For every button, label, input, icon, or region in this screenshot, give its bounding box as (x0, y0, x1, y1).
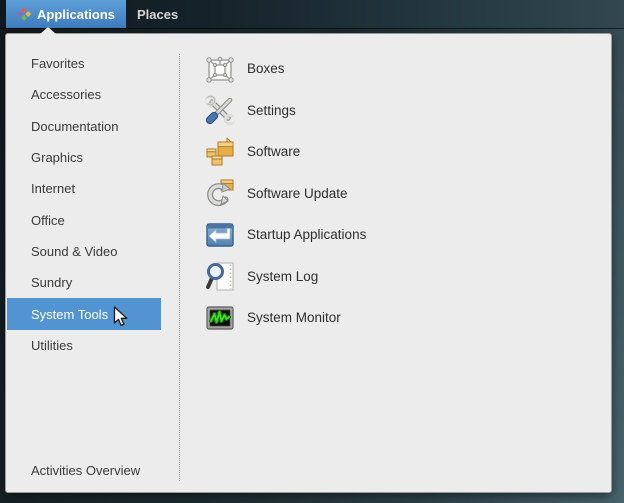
app-label: System Monitor (247, 310, 341, 325)
category-item-system-tools[interactable]: System Tools (7, 298, 161, 329)
boxes-icon (204, 53, 236, 85)
software-update-icon (204, 177, 236, 209)
startup-applications-icon (204, 219, 236, 251)
settings-icon (204, 94, 236, 126)
app-label: Settings (247, 103, 296, 118)
category-label: Sundry (31, 275, 72, 290)
applications-menu-popup: Favorites Accessories Documentation Grap… (5, 33, 612, 493)
app-item-software-update[interactable]: Software Update (180, 173, 607, 215)
category-label: Accessories (31, 87, 101, 102)
activities-overview-label: Activities Overview (31, 463, 140, 478)
category-label: Sound & Video (31, 244, 118, 259)
app-item-system-log[interactable]: System Log (180, 256, 607, 298)
applications-menu-icon (17, 7, 31, 21)
category-label: Internet (31, 181, 75, 196)
category-label: Office (31, 213, 65, 228)
app-list: Boxes Settings (180, 48, 607, 339)
top-bar: Applications Places (0, 0, 624, 29)
app-label: Boxes (247, 61, 285, 76)
popup-notch (40, 27, 56, 34)
software-icon (204, 136, 236, 168)
places-menu-button[interactable]: Places (126, 0, 189, 28)
category-item-sundry[interactable]: Sundry (7, 267, 161, 298)
category-item-accessories[interactable]: Accessories (7, 79, 161, 110)
category-item-sound-video[interactable]: Sound & Video (7, 236, 161, 267)
app-label: Startup Applications (247, 227, 366, 242)
category-label: Utilities (31, 338, 73, 353)
category-label: Favorites (31, 56, 84, 71)
category-item-favorites[interactable]: Favorites (7, 48, 161, 79)
app-label: Software (247, 144, 300, 159)
category-label: System Tools (31, 307, 108, 322)
category-item-graphics[interactable]: Graphics (7, 142, 161, 173)
system-log-icon (204, 260, 236, 292)
category-item-documentation[interactable]: Documentation (7, 111, 161, 142)
system-monitor-icon (204, 302, 236, 334)
category-list: Favorites Accessories Documentation Grap… (7, 48, 179, 361)
app-label: Software Update (247, 186, 348, 201)
activities-overview-button[interactable]: Activities Overview (31, 461, 140, 481)
category-item-internet[interactable]: Internet (7, 173, 161, 204)
places-menu-label: Places (137, 7, 178, 22)
app-item-software[interactable]: Software (180, 131, 607, 173)
category-label: Documentation (31, 119, 118, 134)
app-item-settings[interactable]: Settings (180, 90, 607, 132)
app-item-boxes[interactable]: Boxes (180, 48, 607, 90)
applications-menu-label: Applications (37, 7, 115, 22)
category-label: Graphics (31, 150, 83, 165)
category-item-utilities[interactable]: Utilities (7, 330, 161, 361)
app-item-system-monitor[interactable]: System Monitor (180, 297, 607, 339)
category-item-office[interactable]: Office (7, 204, 161, 235)
app-item-startup-applications[interactable]: Startup Applications (180, 214, 607, 256)
app-label: System Log (247, 269, 318, 284)
applications-menu-button[interactable]: Applications (6, 0, 126, 28)
